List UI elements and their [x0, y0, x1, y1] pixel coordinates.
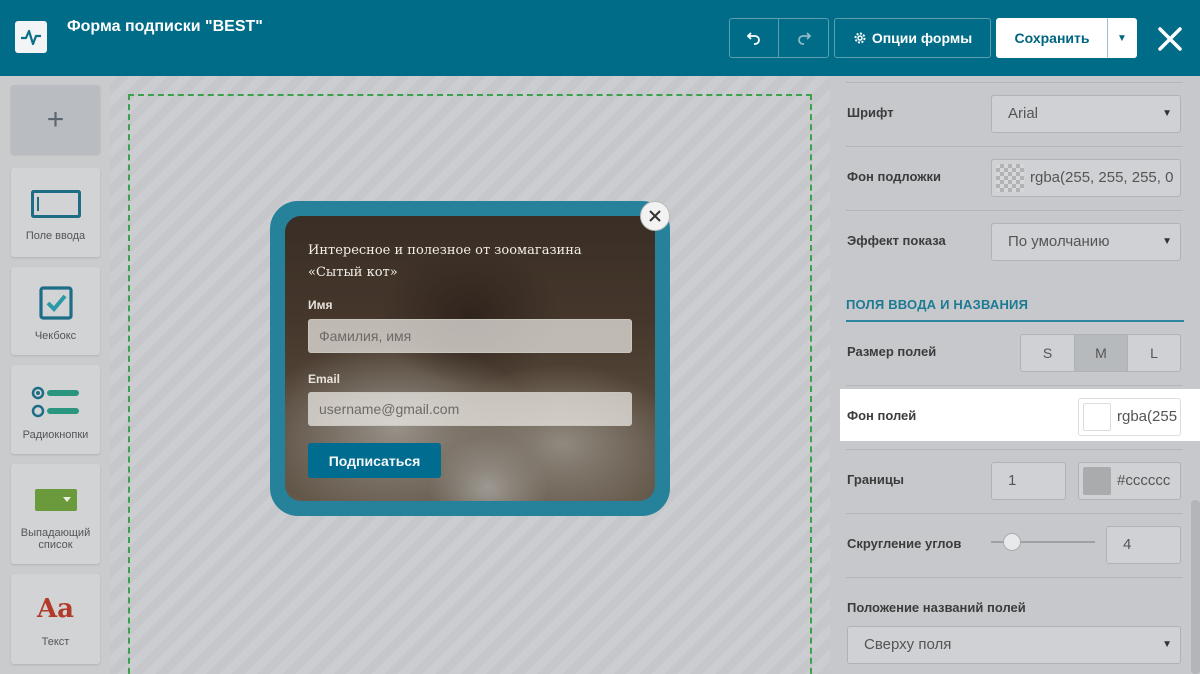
logo-icon[interactable] [15, 21, 47, 53]
section-title-fields: ПОЛЯ ВВОДА И НАЗВАНИЯ [846, 297, 1029, 312]
tool-radio-buttons[interactable]: Радиокнопки [11, 365, 100, 454]
size-m-button[interactable]: M [1074, 334, 1128, 372]
popup-heading: Интересное и полезное от зоомагазина «Сы… [308, 243, 582, 280]
borders-color-swatch[interactable] [1083, 467, 1111, 495]
show-effect-label: Эффект показа [847, 233, 946, 248]
radio-buttons-icon [31, 386, 79, 418]
borders-color-value: #cccccc [1117, 472, 1171, 489]
backdrop-bg-label: Фон подложки [847, 169, 941, 184]
name-input[interactable]: Фамилия, имя [308, 319, 632, 353]
redo-button[interactable] [778, 18, 829, 58]
form-options-button[interactable]: Опции формы [834, 18, 991, 58]
redo-icon [797, 32, 811, 45]
font-select-value: Arial [1008, 105, 1039, 122]
input-field-icon [30, 190, 81, 218]
backdrop-bg-value: rgba(255, 255, 255, 0 [1030, 169, 1174, 186]
name-field-label: Имя [308, 298, 333, 312]
label-position-label: Положение названий полей [847, 600, 1026, 615]
label-position-select[interactable]: Сверху поля ▼ [847, 626, 1181, 664]
form-options-label: Опции формы [871, 30, 973, 46]
subscription-popup[interactable]: Интересное и полезное от зоомагазина «Сы… [270, 201, 670, 516]
tool-checkbox[interactable]: Чекбокс [11, 267, 100, 355]
slider-handle[interactable] [1003, 533, 1021, 551]
plus-icon: + [46, 102, 65, 136]
save-menu-button[interactable]: ▼ [1107, 18, 1137, 58]
tool-input-field[interactable]: Поле ввода [11, 168, 100, 257]
caret-down-icon: ▼ [1117, 32, 1127, 44]
tool-dropdown-label: Выпадающий список [20, 527, 91, 551]
add-element-button[interactable]: + [11, 85, 100, 154]
select-caret-icon: ▼ [1162, 639, 1172, 650]
checkbox-icon [38, 286, 73, 320]
text-icon: Aa [36, 594, 75, 624]
subscribe-button[interactable]: Подписаться [308, 443, 441, 478]
size-s-button[interactable]: S [1020, 334, 1075, 372]
tool-text-label: Текст [41, 636, 70, 648]
font-select[interactable]: Arial ▼ [991, 95, 1181, 133]
settings-panel: Шрифт Arial ▼ Фон подложки rgba(255, 255… [830, 76, 1200, 674]
select-caret-icon: ▼ [1162, 236, 1172, 247]
tool-checkbox-label: Чекбокс [34, 330, 77, 342]
tool-input-field-label: Поле ввода [25, 230, 86, 242]
corner-radius-label: Скругление углов [847, 536, 962, 551]
tool-dropdown[interactable]: Выпадающий список [11, 464, 100, 564]
transparent-swatch-icon[interactable] [996, 164, 1024, 192]
top-bar: Форма подписки "BEST" Опции формы Сохран… [0, 0, 1200, 76]
tool-text[interactable]: Aa Текст [11, 574, 100, 664]
font-label: Шрифт [847, 105, 894, 120]
show-effect-select[interactable]: По умолчанию ▼ [991, 223, 1181, 261]
show-effect-value: По умолчанию [1008, 233, 1110, 250]
email-field-label: Email [308, 372, 341, 386]
undo-icon [746, 32, 760, 45]
popup-close-icon[interactable] [640, 201, 670, 231]
fields-bg-swatch[interactable] [1083, 403, 1111, 431]
form-title: Форма подписки "BEST" [67, 18, 263, 35]
undo-button[interactable] [729, 18, 779, 58]
select-caret-icon: ▼ [1162, 108, 1172, 119]
popup-background-image: Интересное и полезное от зоомагазина «Сы… [285, 216, 655, 501]
corner-radius-input[interactable]: 4 [1106, 526, 1181, 564]
save-button[interactable]: Сохранить [996, 18, 1108, 58]
fields-bg-label: Фон полей [847, 408, 917, 423]
panel-scrollbar[interactable] [1191, 500, 1200, 674]
gear-icon [854, 32, 866, 44]
fields-bg-value: rgba(255 [1117, 408, 1178, 425]
element-toolbox: + Поле ввода Чекбокс Радиокнопки Выпадаю… [0, 76, 110, 674]
borders-label: Границы [847, 472, 904, 487]
field-size-label: Размер полей [847, 344, 937, 359]
dropdown-icon [34, 489, 77, 511]
close-icon[interactable] [1155, 24, 1185, 54]
label-position-value: Сверху поля [864, 636, 952, 653]
tool-radio-buttons-label: Радиокнопки [22, 429, 89, 441]
email-input[interactable]: username@gmail.com [308, 392, 632, 426]
borders-width-input[interactable]: 1 [991, 462, 1066, 500]
size-l-button[interactable]: L [1127, 334, 1181, 372]
